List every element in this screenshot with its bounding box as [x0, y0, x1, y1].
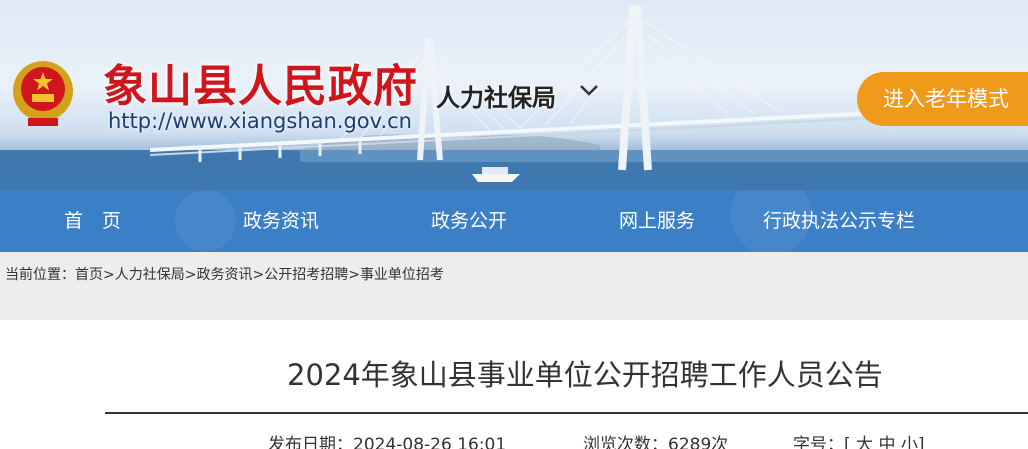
- breadcrumb-separator: >: [348, 267, 360, 283]
- breadcrumb-item-hrss[interactable]: 人力社保局: [115, 267, 185, 283]
- breadcrumb-bar: 当前位置：首页>人力社保局>政务资讯>公开招考招聘>事业单位招考: [0, 252, 1028, 320]
- font-size-label: 字号：: [793, 435, 844, 449]
- chevron-down-icon[interactable]: [578, 80, 600, 100]
- breadcrumb-item-news[interactable]: 政务资讯: [196, 267, 252, 283]
- font-size-medium-button[interactable]: 中: [878, 435, 895, 449]
- nav-item-government-affairs[interactable]: 政务公开: [431, 190, 507, 252]
- breadcrumb-item-institution-exam[interactable]: 事业单位招考: [360, 267, 444, 283]
- view-count-value: 6289次: [668, 435, 729, 449]
- header-banner: 象山县人民政府 http://www.xiangshan.gov.cn 人力社保…: [0, 0, 1028, 190]
- font-size-bracket-close: ]: [917, 435, 925, 449]
- main-nav: 首 页 政务资讯 政务公开 网上服务 行政执法公示专栏: [0, 190, 1028, 252]
- site-name[interactable]: 象山县人民政府: [103, 50, 418, 114]
- font-size-large-button[interactable]: 大: [856, 435, 873, 449]
- breadcrumb-prefix: 当前位置：: [5, 267, 75, 283]
- national-emblem-icon: [13, 61, 73, 126]
- nav-item-law-enforcement[interactable]: 行政执法公示专栏: [763, 190, 915, 252]
- view-count-label: 浏览次数：: [583, 435, 668, 449]
- article-title: 2024年象山县事业单位公开招聘工作人员公告: [287, 358, 883, 392]
- breadcrumb-item-recruitment[interactable]: 公开招考招聘: [264, 267, 348, 283]
- breadcrumb: 当前位置：首页>人力社保局>政务资讯>公开招考招聘>事业单位招考: [5, 264, 444, 284]
- breadcrumb-separator: >: [252, 267, 265, 283]
- elder-mode-button[interactable]: 进入老年模式: [857, 72, 1028, 126]
- site-url[interactable]: http://www.xiangshan.gov.cn: [108, 109, 412, 133]
- nav-item-government-news[interactable]: 政务资讯: [243, 190, 319, 252]
- view-count: 浏览次数：6289次: [583, 430, 728, 449]
- publish-date: 发布日期：2024-08-26 16:01: [268, 430, 506, 449]
- breadcrumb-separator: >: [103, 267, 115, 283]
- title-divider: [105, 412, 1028, 414]
- font-size-small-button[interactable]: 小: [901, 435, 918, 449]
- nav-item-home[interactable]: 首 页: [64, 190, 121, 252]
- publish-date-label: 发布日期：: [268, 435, 353, 449]
- breadcrumb-separator: >: [184, 267, 197, 283]
- breadcrumb-item-home[interactable]: 首页: [75, 267, 103, 283]
- department-selector-label[interactable]: 人力社保局: [436, 78, 556, 113]
- nav-item-online-services[interactable]: 网上服务: [619, 190, 695, 252]
- font-size-bracket-open: [: [844, 435, 851, 449]
- font-size-controls: 字号：[ 大 中 小]: [793, 430, 925, 449]
- publish-date-value: 2024-08-26 16:01: [353, 435, 507, 449]
